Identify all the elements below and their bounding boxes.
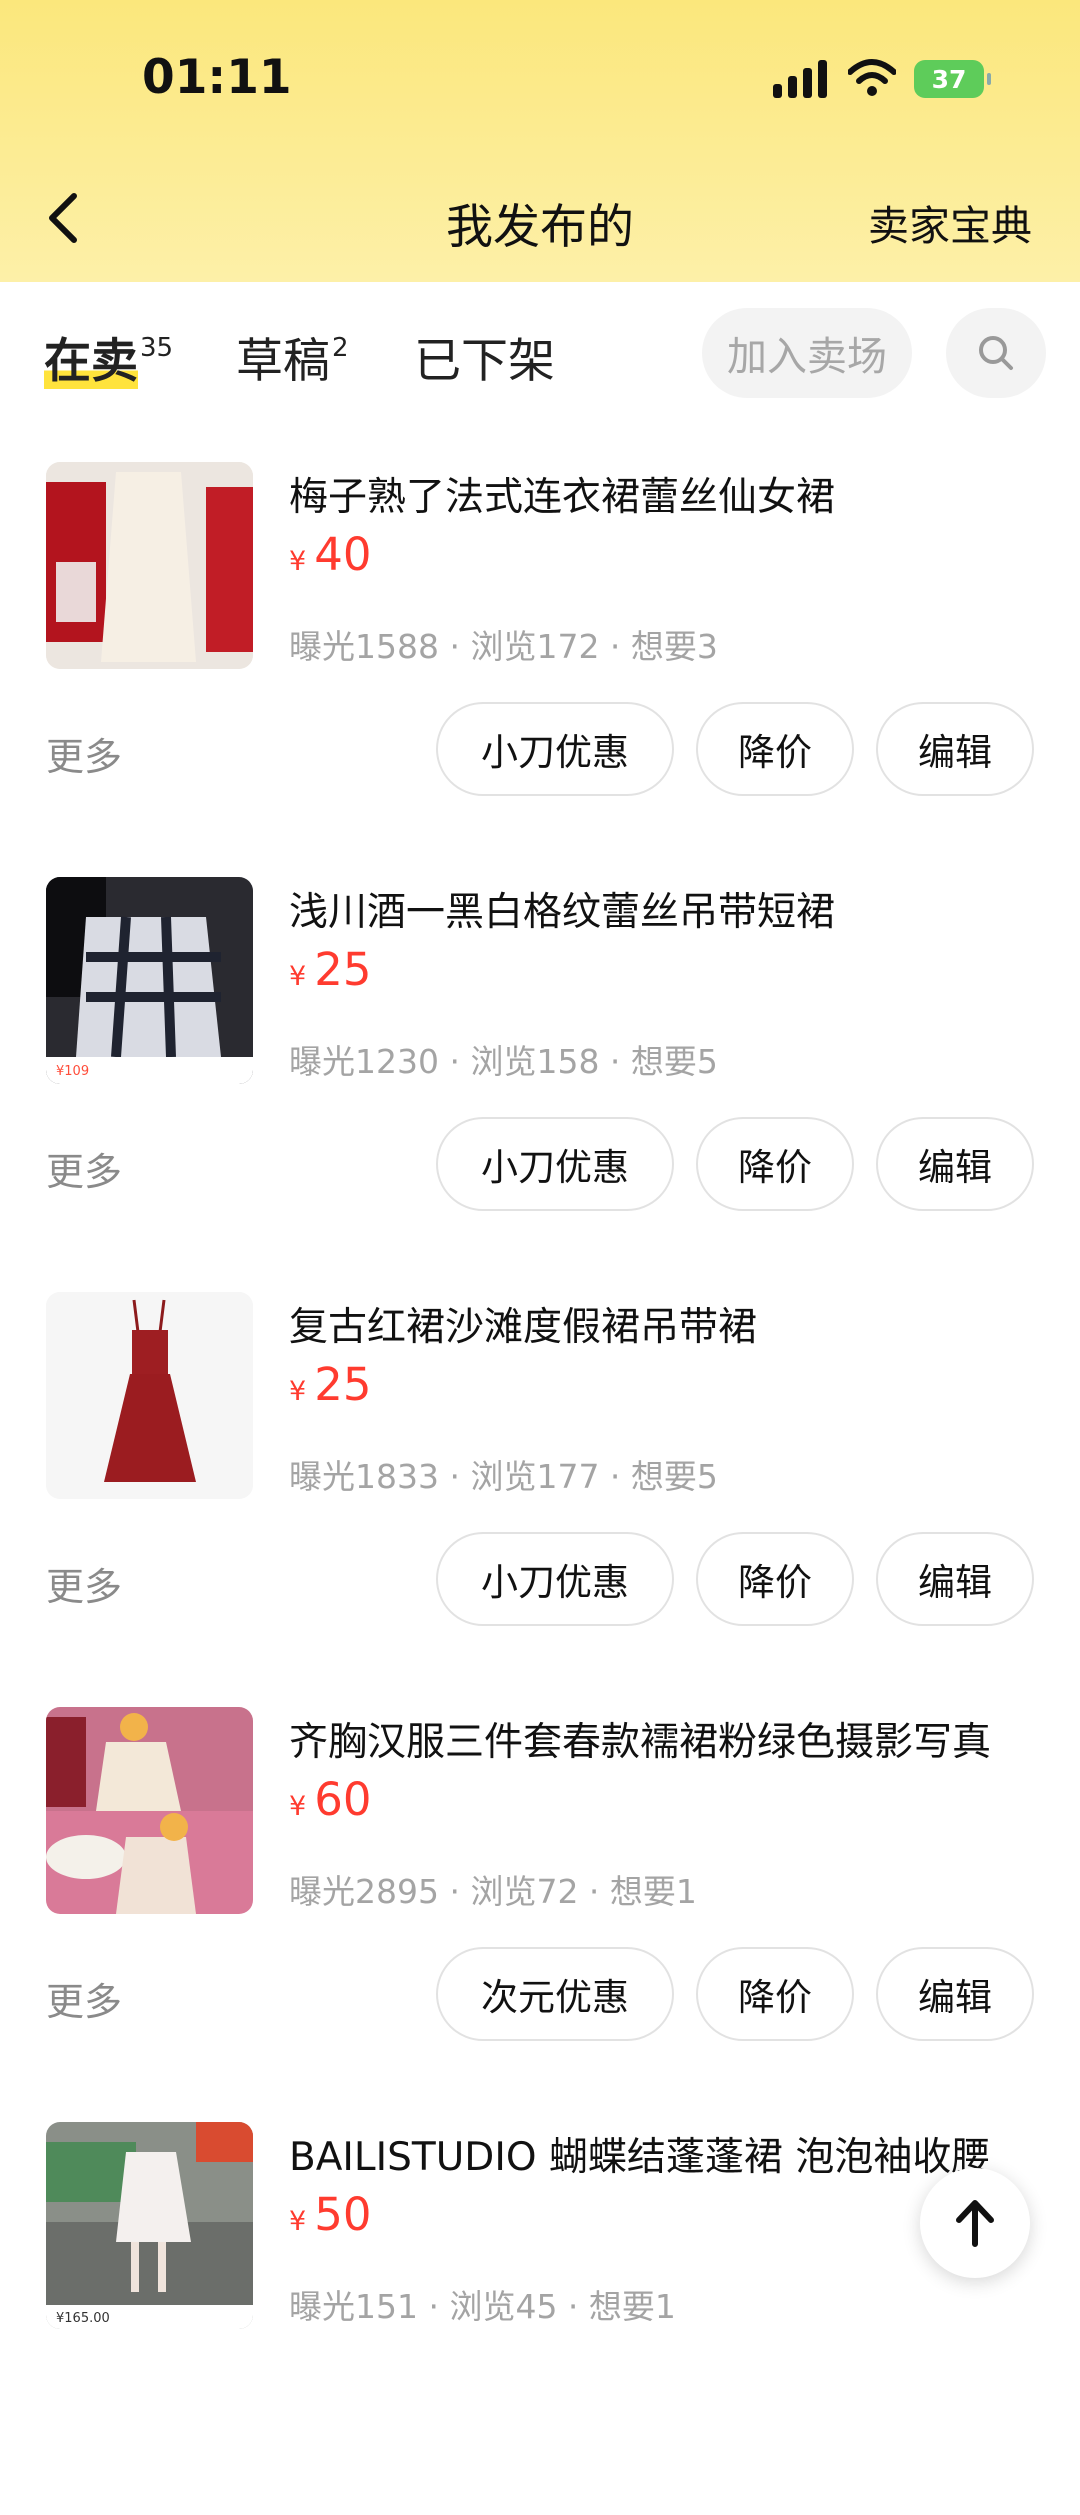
- item-stats: 曝光151 · 浏览45 · 想要1: [289, 2287, 676, 2326]
- thumb-price-tag: ¥165.00: [56, 2311, 110, 2326]
- search-button[interactable]: [946, 308, 1046, 398]
- product-thumbnail[interactable]: ¥165.00: [46, 2122, 253, 2329]
- item-stats: 曝光1833 · 浏览177 · 想要5: [289, 1457, 718, 1496]
- signal-icon: [773, 60, 831, 98]
- arrow-up-icon: [956, 2200, 994, 2247]
- price-value: 50: [314, 2188, 372, 2241]
- battery-icon: 37: [914, 60, 991, 98]
- status-time: 01:11: [142, 50, 292, 105]
- item-price: ¥50: [289, 2188, 371, 2241]
- bargain-offer-button[interactable]: 小刀优惠: [436, 1117, 674, 1211]
- price-value: 25: [314, 1358, 372, 1411]
- list-item[interactable]: 梅子熟了法式连衣裙蕾丝仙女裙 ¥40 曝光1588 · 浏览172 · 想要3 …: [0, 440, 1080, 855]
- item-stats: 曝光1230 · 浏览158 · 想要5: [289, 1042, 718, 1081]
- tab-delisted[interactable]: 已下架: [414, 322, 555, 391]
- product-thumbnail[interactable]: [46, 462, 253, 669]
- join-market-button[interactable]: 加入卖场: [702, 308, 912, 398]
- tab-bar: 在卖35 草稿2 已下架 加入卖场: [0, 282, 1080, 422]
- bargain-offer-button[interactable]: 小刀优惠: [436, 702, 674, 796]
- currency-symbol: ¥: [289, 2206, 307, 2237]
- search-icon: [979, 336, 1013, 370]
- currency-symbol: ¥: [289, 961, 307, 992]
- reduce-price-button[interactable]: 降价: [696, 702, 854, 796]
- item-title[interactable]: 齐胸汉服三件套春款襦裙粉绿色摄影写真: [289, 1711, 991, 1767]
- tab-drafts[interactable]: 草稿2: [236, 322, 349, 391]
- list-item[interactable]: ¥165.00 BAILISTUDIO 蝴蝶结蓬蓬裙 泡泡袖收腰 ¥50 曝光1…: [0, 2100, 1080, 2515]
- price-value: 25: [314, 943, 372, 996]
- scroll-to-top-button[interactable]: [920, 2168, 1030, 2278]
- bargain-offer-button[interactable]: 小刀优惠: [436, 1532, 674, 1626]
- price-value: 40: [314, 528, 372, 581]
- wifi-icon: [848, 59, 896, 96]
- currency-symbol: ¥: [289, 1791, 307, 1822]
- item-price: ¥25: [289, 943, 371, 996]
- product-thumbnail[interactable]: [46, 1292, 253, 1499]
- tab-count: 2: [332, 333, 349, 364]
- item-price: ¥60: [289, 1773, 371, 1826]
- reduce-price-button[interactable]: 降价: [696, 1947, 854, 2041]
- product-thumbnail[interactable]: [46, 1707, 253, 1914]
- tab-label: 草稿: [236, 334, 330, 389]
- tab-count: 35: [140, 333, 174, 364]
- header: 01:11 37 我发布的 卖家宝典: [0, 0, 1080, 282]
- currency-symbol: ¥: [289, 546, 307, 577]
- item-price: ¥25: [289, 1358, 371, 1411]
- list-item[interactable]: 齐胸汉服三件套春款襦裙粉绿色摄影写真 ¥60 曝光2895 · 浏览72 · 想…: [0, 1685, 1080, 2100]
- thumb-price-tag: ¥109: [56, 1064, 89, 1079]
- edit-button[interactable]: 编辑: [876, 1532, 1034, 1626]
- more-button[interactable]: 更多: [46, 1556, 122, 1611]
- product-thumbnail[interactable]: ¥109: [46, 877, 253, 1084]
- reduce-price-button[interactable]: 降价: [696, 1532, 854, 1626]
- item-stats: 曝光2895 · 浏览72 · 想要1: [289, 1872, 697, 1911]
- item-title[interactable]: BAILISTUDIO 蝴蝶结蓬蓬裙 泡泡袖收腰: [289, 2126, 1009, 2182]
- item-stats: 曝光1588 · 浏览172 · 想要3: [289, 627, 718, 666]
- more-button[interactable]: 更多: [46, 1971, 122, 2026]
- currency-symbol: ¥: [289, 1376, 307, 1407]
- edit-button[interactable]: 编辑: [876, 1117, 1034, 1211]
- tab-on-sale[interactable]: 在卖35: [44, 322, 173, 391]
- item-title[interactable]: 梅子熟了法式连衣裙蕾丝仙女裙: [289, 466, 835, 522]
- list-item[interactable]: ¥109 浅川酒一黑白格纹蕾丝吊带短裙 ¥25 曝光1230 · 浏览158 ·…: [0, 855, 1080, 1270]
- tab-label: 已下架: [414, 334, 555, 389]
- battery-level: 37: [931, 64, 967, 94]
- item-title[interactable]: 复古红裙沙滩度假裙吊带裙: [289, 1296, 757, 1352]
- list-item[interactable]: 复古红裙沙滩度假裙吊带裙 ¥25 曝光1833 · 浏览177 · 想要5 更多…: [0, 1270, 1080, 1685]
- edit-button[interactable]: 编辑: [876, 1947, 1034, 2041]
- seller-guide-link[interactable]: 卖家宝典: [868, 192, 1032, 252]
- tab-label: 在卖: [44, 334, 138, 389]
- edit-button[interactable]: 编辑: [876, 702, 1034, 796]
- item-title[interactable]: 浅川酒一黑白格纹蕾丝吊带短裙: [289, 881, 835, 937]
- item-price: ¥40: [289, 528, 371, 581]
- price-value: 60: [314, 1773, 372, 1826]
- more-button[interactable]: 更多: [46, 1141, 122, 1196]
- anime-offer-button[interactable]: 次元优惠: [436, 1947, 674, 2041]
- reduce-price-button[interactable]: 降价: [696, 1117, 854, 1211]
- more-button[interactable]: 更多: [46, 726, 122, 781]
